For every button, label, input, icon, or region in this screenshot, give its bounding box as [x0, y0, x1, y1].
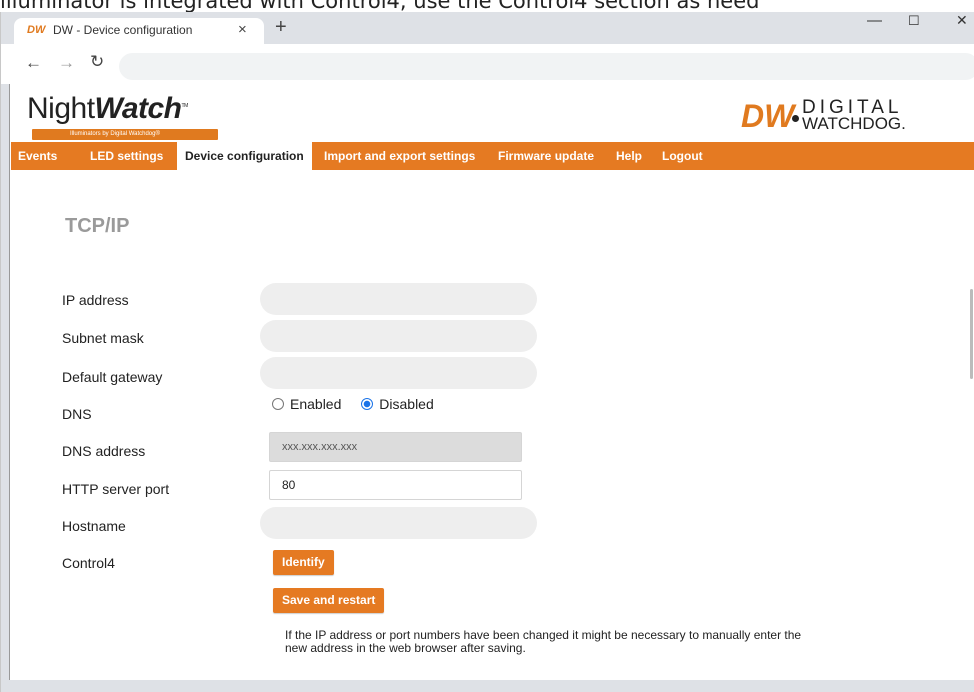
http-server-port-label: HTTP server port	[62, 481, 170, 497]
subnet-mask-input[interactable]	[260, 320, 537, 352]
dns-radio-group: Enabled Disabled	[272, 396, 450, 412]
menu-logout[interactable]: Logout	[662, 142, 703, 170]
hostname-input[interactable]	[260, 507, 537, 539]
control4-label: Control4	[62, 555, 115, 571]
http-server-port-input[interactable]: 80	[269, 470, 522, 500]
new-tab-icon[interactable]: +	[275, 17, 287, 37]
nightwatch-logo-bold: Watch	[94, 92, 182, 125]
menu-led-settings[interactable]: LED settings	[90, 142, 163, 170]
browser-toolbar: ← → ↻	[1, 44, 974, 84]
nightwatch-logo: NightWatchTM	[27, 92, 188, 126]
minimize-icon[interactable]: —	[867, 12, 882, 29]
page-content: NightWatchTM Illuminators by Digital Wat…	[9, 84, 974, 680]
menu-help[interactable]: Help	[616, 142, 642, 170]
dw-favicon-icon: DW	[27, 24, 46, 36]
dns-enabled-label[interactable]: Enabled	[290, 396, 341, 412]
menu-firmware-update[interactable]: Firmware update	[498, 142, 594, 170]
default-gateway-label: Default gateway	[62, 369, 163, 385]
ip-address-input[interactable]	[260, 283, 537, 315]
menu-import-export[interactable]: Import and export settings	[324, 142, 475, 170]
menu-device-configuration[interactable]: Device configuration	[177, 142, 313, 170]
back-icon[interactable]: ←	[25, 53, 42, 73]
dns-enabled-radio[interactable]	[272, 398, 284, 410]
document-heading: illuminator is integrated with Control4,…	[0, 0, 760, 12]
restart-note: If the IP address or port numbers have b…	[285, 628, 802, 655]
scrollbar-thumb[interactable]	[970, 289, 973, 379]
default-gateway-input[interactable]	[260, 357, 537, 389]
tab-title: DW - Device configuration	[53, 23, 193, 37]
reload-icon[interactable]: ↻	[90, 52, 104, 72]
ip-address-label: IP address	[62, 292, 129, 308]
dw-logo-dot	[792, 115, 799, 122]
nightwatch-logo-prefix: Night	[27, 92, 95, 125]
dns-disabled-label[interactable]: Disabled	[379, 396, 433, 412]
main-menu: Events LED settings Device configuration…	[11, 142, 974, 170]
page-scrollbar[interactable]	[970, 84, 974, 680]
maximize-icon[interactable]: ☐	[908, 13, 920, 29]
save-and-restart-button[interactable]: Save and restart	[273, 588, 385, 613]
identify-button[interactable]: Identify	[273, 550, 334, 575]
nightwatch-tagline: Illuminators by Digital Watchdog®	[32, 129, 218, 140]
address-bar[interactable]	[119, 53, 974, 80]
tab-bar: DW DW - Device configuration × + — ☐ ✕	[1, 12, 974, 44]
dw-logo-word-watchdog: WATCHDOG.	[802, 114, 906, 133]
forward-icon[interactable]: →	[58, 53, 75, 73]
hostname-label: Hostname	[62, 518, 126, 534]
browser-tab[interactable]: DW DW - Device configuration ×	[14, 18, 264, 44]
dns-address-label: DNS address	[62, 443, 146, 459]
window-close-icon[interactable]: ✕	[956, 12, 968, 29]
dw-logo-mark: DW	[741, 98, 795, 134]
menu-events[interactable]: Events	[18, 142, 57, 170]
close-tab-icon[interactable]: ×	[238, 21, 247, 38]
section-title: TCP/IP	[65, 215, 130, 237]
dns-disabled-radio[interactable]	[361, 398, 374, 410]
nightwatch-logo-tm: TM	[181, 103, 189, 109]
dns-address-input: xxx.xxx.xxx.xxx	[269, 432, 522, 462]
dns-label: DNS	[62, 406, 92, 422]
subnet-mask-label: Subnet mask	[62, 330, 144, 346]
